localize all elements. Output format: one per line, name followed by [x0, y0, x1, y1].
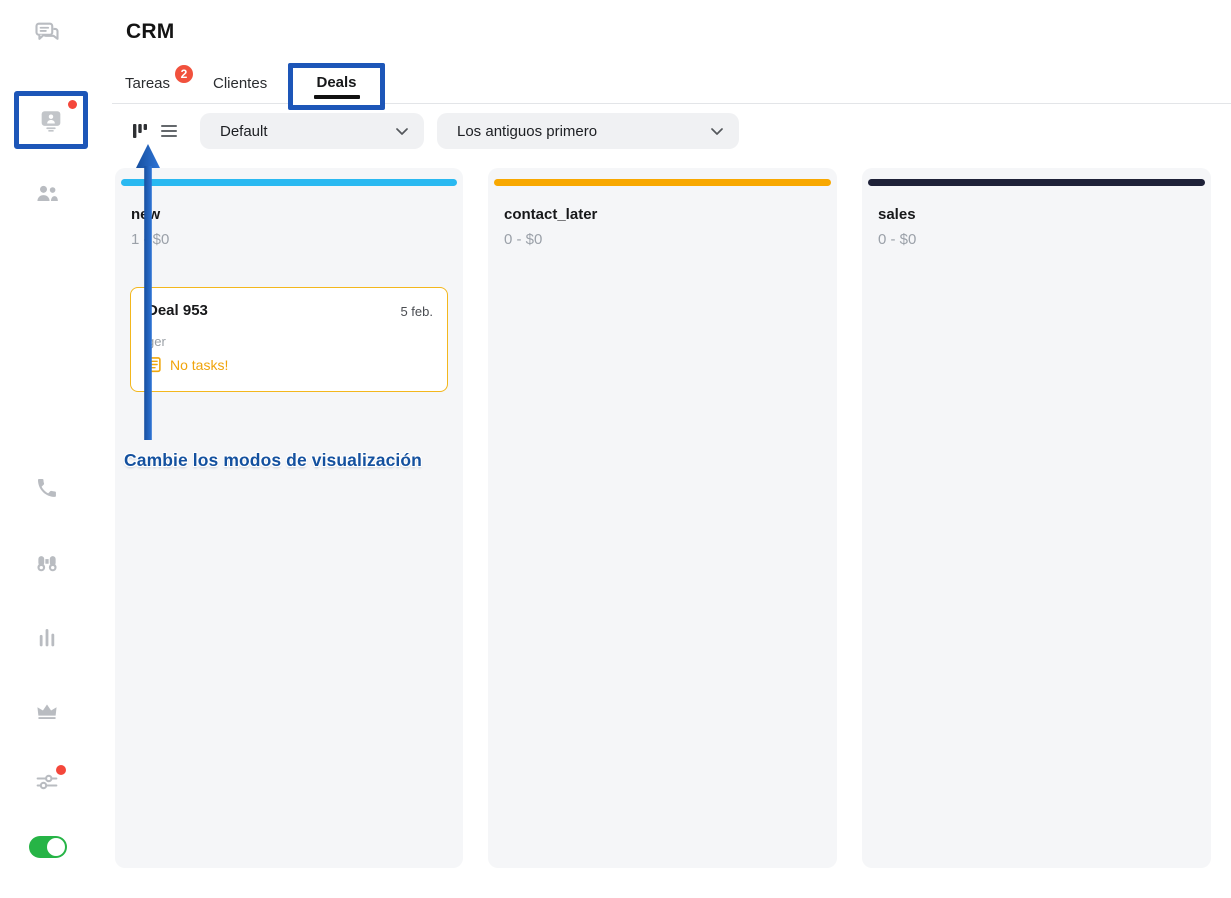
tab-deals-label: Deals [316, 74, 356, 91]
kanban-column-contact-later: contact_later 0 - $0 [488, 168, 837, 868]
column-stats: 0 - $0 [878, 231, 916, 248]
deal-task-status: No tasks! [145, 356, 228, 373]
deal-card[interactable]: Deal 953 5 feb. ger No tasks! [130, 287, 448, 392]
chevron-down-icon [711, 128, 723, 135]
kanban-column-new: new 1 - $0 Deal 953 5 feb. ger No tasks! [115, 168, 463, 868]
column-accent-bar [868, 179, 1205, 186]
toggle-knob [47, 838, 65, 856]
people-icon [33, 180, 61, 208]
sidebar-item-chat[interactable] [32, 18, 62, 48]
sort-value: Los antiguos primero [457, 123, 597, 140]
sidebar-item-team[interactable] [32, 179, 62, 209]
tareas-count-badge: 2 [173, 63, 195, 85]
column-accent-bar [121, 179, 457, 186]
notification-dot [68, 100, 77, 109]
no-tasks-warning: No tasks! [170, 357, 228, 373]
column-title: sales [878, 206, 916, 223]
kanban-view-icon [131, 122, 149, 140]
chevron-down-icon [396, 128, 408, 135]
deal-contact: ger [147, 334, 166, 349]
notification-dot [56, 765, 66, 775]
sidebar-item-stats[interactable] [32, 623, 62, 653]
kanban-column-sales: sales 0 - $0 [862, 168, 1211, 868]
contact-card-icon [37, 106, 65, 134]
column-title: contact_later [504, 206, 597, 223]
note-icon [145, 356, 162, 373]
list-view-button[interactable] [158, 121, 180, 141]
column-title: new [131, 206, 160, 223]
column-stats: 1 - $0 [131, 231, 169, 248]
column-accent-bar [494, 179, 831, 186]
header-divider [112, 103, 1231, 104]
list-view-icon [159, 121, 179, 141]
pipeline-filter-dropdown[interactable]: Default [200, 113, 424, 149]
deal-date: 5 feb. [400, 304, 433, 319]
sidebar-toggle-switch[interactable] [29, 836, 67, 858]
tutorial-callout-text: Cambie los modos de visualización [124, 450, 422, 471]
chat-icon [33, 19, 61, 47]
binoculars-icon [33, 548, 61, 576]
tutorial-highlight-box-leads [14, 91, 88, 149]
crown-icon [33, 697, 61, 725]
active-tab-indicator [314, 95, 360, 99]
deal-title: Deal 953 [147, 302, 208, 319]
sort-order-dropdown[interactable]: Los antiguos primero [437, 113, 739, 149]
tab-deals[interactable]: Deals [288, 63, 385, 110]
sidebar-item-leads[interactable] [36, 105, 66, 135]
bar-chart-icon [33, 624, 61, 652]
phone-icon [34, 475, 60, 501]
sidebar-item-search[interactable] [32, 547, 62, 577]
filter-value: Default [220, 123, 268, 140]
page-title: CRM [126, 20, 174, 44]
column-stats: 0 - $0 [504, 231, 542, 248]
sidebar-item-calls[interactable] [32, 473, 62, 503]
crm-app-window: CRM Tareas 2 Clientes Deals Default Los … [0, 0, 1231, 898]
kanban-view-button[interactable] [129, 121, 151, 141]
sidebar-item-settings[interactable] [32, 767, 62, 797]
tab-tareas[interactable]: Tareas [125, 75, 170, 92]
sidebar-item-premium[interactable] [32, 696, 62, 726]
tab-clientes[interactable]: Clientes [213, 75, 267, 92]
